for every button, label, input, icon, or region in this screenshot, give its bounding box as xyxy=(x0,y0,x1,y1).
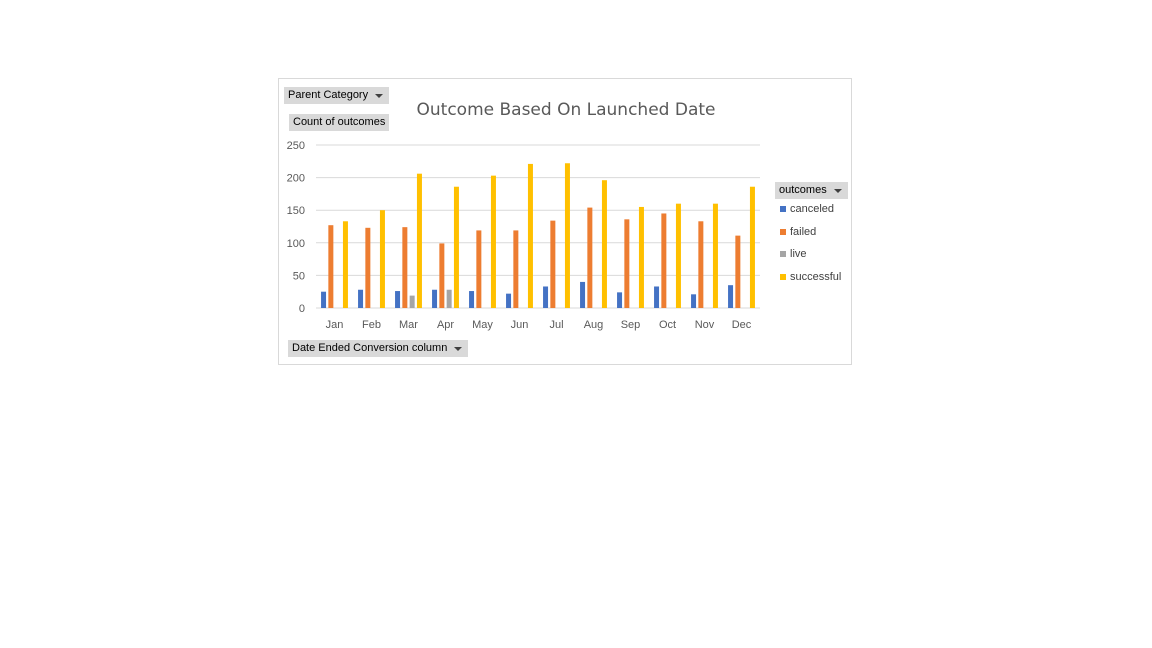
bar-failed xyxy=(402,227,408,308)
date-ended-axis-button[interactable]: Date Ended Conversion column xyxy=(288,340,469,357)
legend-item-live: live xyxy=(780,248,807,260)
bar-canceled xyxy=(321,291,327,308)
bar-successful xyxy=(749,186,755,308)
bar-canceled xyxy=(580,281,586,308)
pivot-chart[interactable]: Parent Category Count of outcomes Outcom… xyxy=(278,78,852,365)
bar-failed xyxy=(587,207,593,308)
y-tick-label: 200 xyxy=(287,173,305,185)
bar-successful xyxy=(712,203,718,308)
outcomes-legend-button-label: outcomes xyxy=(779,184,827,196)
x-tick-label: Apr xyxy=(437,319,454,331)
legend-label: successful xyxy=(790,270,842,283)
legend-swatch xyxy=(780,273,786,280)
date-ended-axis-button-label: Date Ended Conversion column xyxy=(292,342,448,354)
bar-canceled xyxy=(654,286,660,308)
bar-canceled xyxy=(432,289,438,308)
bar-failed xyxy=(476,230,482,308)
bar-live xyxy=(446,289,452,308)
bar-successful xyxy=(675,203,681,308)
x-tick-label: Sep xyxy=(621,319,641,331)
x-tick-label: Mar xyxy=(399,319,418,331)
bar-canceled xyxy=(469,291,475,308)
y-tick-label: 0 xyxy=(299,303,305,315)
bar-failed xyxy=(661,213,667,308)
dropdown-arrow-icon xyxy=(833,188,842,193)
bar-successful xyxy=(342,221,348,308)
bar-successful xyxy=(379,210,385,308)
plot-area: 0 50 100 150 200 250 Jan Feb Mar Apr May Jun Jul Aug S… xyxy=(287,140,760,331)
bar-canceled xyxy=(395,291,401,308)
y-tick-label: 150 xyxy=(287,205,305,217)
bar-canceled xyxy=(617,292,623,308)
bar-failed xyxy=(698,221,704,308)
legend-label: canceled xyxy=(790,203,835,215)
bar-failed xyxy=(735,235,741,308)
x-tick-label: Jun xyxy=(511,319,529,331)
y-tick-label: 50 xyxy=(293,270,305,282)
x-tick-label: Oct xyxy=(659,319,676,331)
dropdown-arrow-icon xyxy=(454,346,463,351)
x-tick-label: Aug xyxy=(584,319,604,331)
y-tick-label: 250 xyxy=(287,140,305,152)
bar-successful xyxy=(453,186,459,308)
x-tick-label: Dec xyxy=(732,319,752,331)
bar-canceled xyxy=(691,294,697,308)
legend-item-canceled: canceled xyxy=(780,203,834,215)
bar-canceled xyxy=(543,286,549,308)
outcomes-legend-button[interactable]: outcomes xyxy=(775,182,848,199)
x-tick-label: Jul xyxy=(549,319,563,331)
legend-swatch xyxy=(780,206,786,212)
bar-successful xyxy=(527,163,533,308)
bar-successful xyxy=(564,163,570,308)
bar-canceled xyxy=(358,289,364,308)
bar-failed xyxy=(550,220,556,308)
bar-canceled xyxy=(728,285,734,308)
legend-item-failed: failed xyxy=(780,226,816,238)
bar-successful xyxy=(601,180,607,308)
bar-failed xyxy=(365,227,371,308)
legend-item-successful: successful xyxy=(780,271,841,283)
bar-failed xyxy=(439,243,445,308)
bar-failed xyxy=(624,219,630,308)
legend-label: failed xyxy=(790,225,817,238)
bar-successful xyxy=(490,175,496,308)
bar-failed xyxy=(513,230,519,308)
bar-successful xyxy=(638,206,644,308)
x-tick-label: Feb xyxy=(362,319,381,331)
bar-canceled xyxy=(506,293,512,308)
bar-live xyxy=(409,295,415,308)
legend-label: live xyxy=(790,248,807,260)
bar-successful xyxy=(416,173,422,308)
x-tick-label: Nov xyxy=(695,319,715,331)
legend-swatch xyxy=(780,228,786,235)
x-tick-label: Jan xyxy=(326,319,344,331)
y-tick-label: 100 xyxy=(287,238,305,250)
x-tick-label: May xyxy=(472,319,493,331)
bar-failed xyxy=(328,225,334,308)
legend-swatch xyxy=(780,251,786,257)
